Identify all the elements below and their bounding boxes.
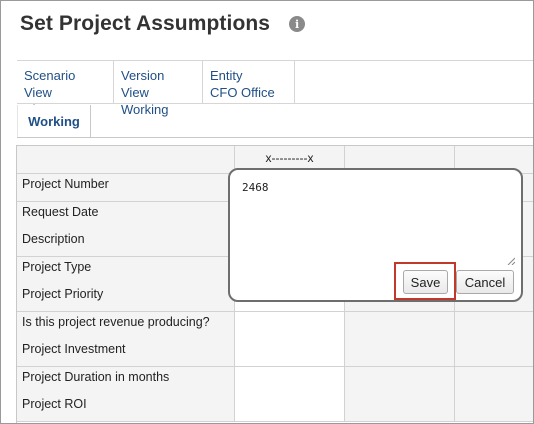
grid-cell[interactable] — [455, 394, 533, 421]
pov-bar: Scenario View Plan Version View Working … — [17, 60, 533, 117]
cell-editor-textarea[interactable] — [234, 174, 517, 266]
grid-cell[interactable] — [235, 394, 345, 421]
grid-cell[interactable] — [235, 339, 345, 366]
grid-cell[interactable] — [345, 312, 455, 339]
pov-entity-name: Entity — [210, 68, 243, 83]
page-header: Set Project Assumptions i — [20, 11, 306, 37]
pov-entity[interactable]: Entity CFO Office — [203, 61, 295, 103]
pov-version[interactable]: Version View Working — [114, 61, 203, 117]
pov-scenario[interactable]: Scenario View Plan — [17, 61, 114, 117]
grid-cell[interactable] — [455, 367, 533, 394]
row-label: Description — [17, 229, 235, 256]
pov-version-name: Version View — [121, 68, 165, 100]
table-row: Project Investment — [17, 339, 533, 367]
row-label: Project Type — [17, 257, 235, 284]
grid-cell[interactable] — [235, 312, 345, 339]
info-icon[interactable]: i — [289, 16, 306, 32]
table-row: Project Duration in months — [17, 367, 533, 395]
tab-working[interactable]: Working — [17, 105, 91, 137]
grid-cell[interactable] — [235, 367, 345, 394]
grid-cell[interactable] — [345, 394, 455, 421]
cell-editor-popup: Save Cancel — [228, 168, 523, 302]
grid-cell[interactable] — [345, 339, 455, 366]
app-window: Set Project Assumptions i Scenario View … — [0, 0, 534, 424]
row-label: Is this project revenue producing? — [17, 312, 235, 339]
tab-bar: Working — [17, 105, 533, 138]
table-row: Is this project revenue producing? — [17, 312, 533, 340]
row-label: Project Number — [17, 174, 235, 201]
save-button[interactable]: Save — [403, 270, 448, 294]
grid-cell[interactable] — [455, 312, 533, 339]
grid-corner-cell — [17, 146, 235, 173]
page-title: Set Project Assumptions — [20, 12, 271, 35]
row-label: Request Date — [17, 202, 235, 229]
cancel-button[interactable]: Cancel — [456, 270, 514, 294]
grid-cell[interactable] — [455, 339, 533, 366]
pov-scenario-name: Scenario View — [24, 68, 76, 100]
pov-entity-value: CFO Office — [210, 85, 275, 100]
grid-cell[interactable] — [345, 367, 455, 394]
table-row: Project ROI — [17, 394, 533, 422]
resize-grip-icon[interactable] — [507, 257, 515, 265]
row-label: Project Investment — [17, 339, 235, 366]
row-label: Project Priority — [17, 284, 235, 311]
row-label: Project Duration in months — [17, 367, 235, 394]
row-label: Project ROI — [17, 394, 235, 421]
